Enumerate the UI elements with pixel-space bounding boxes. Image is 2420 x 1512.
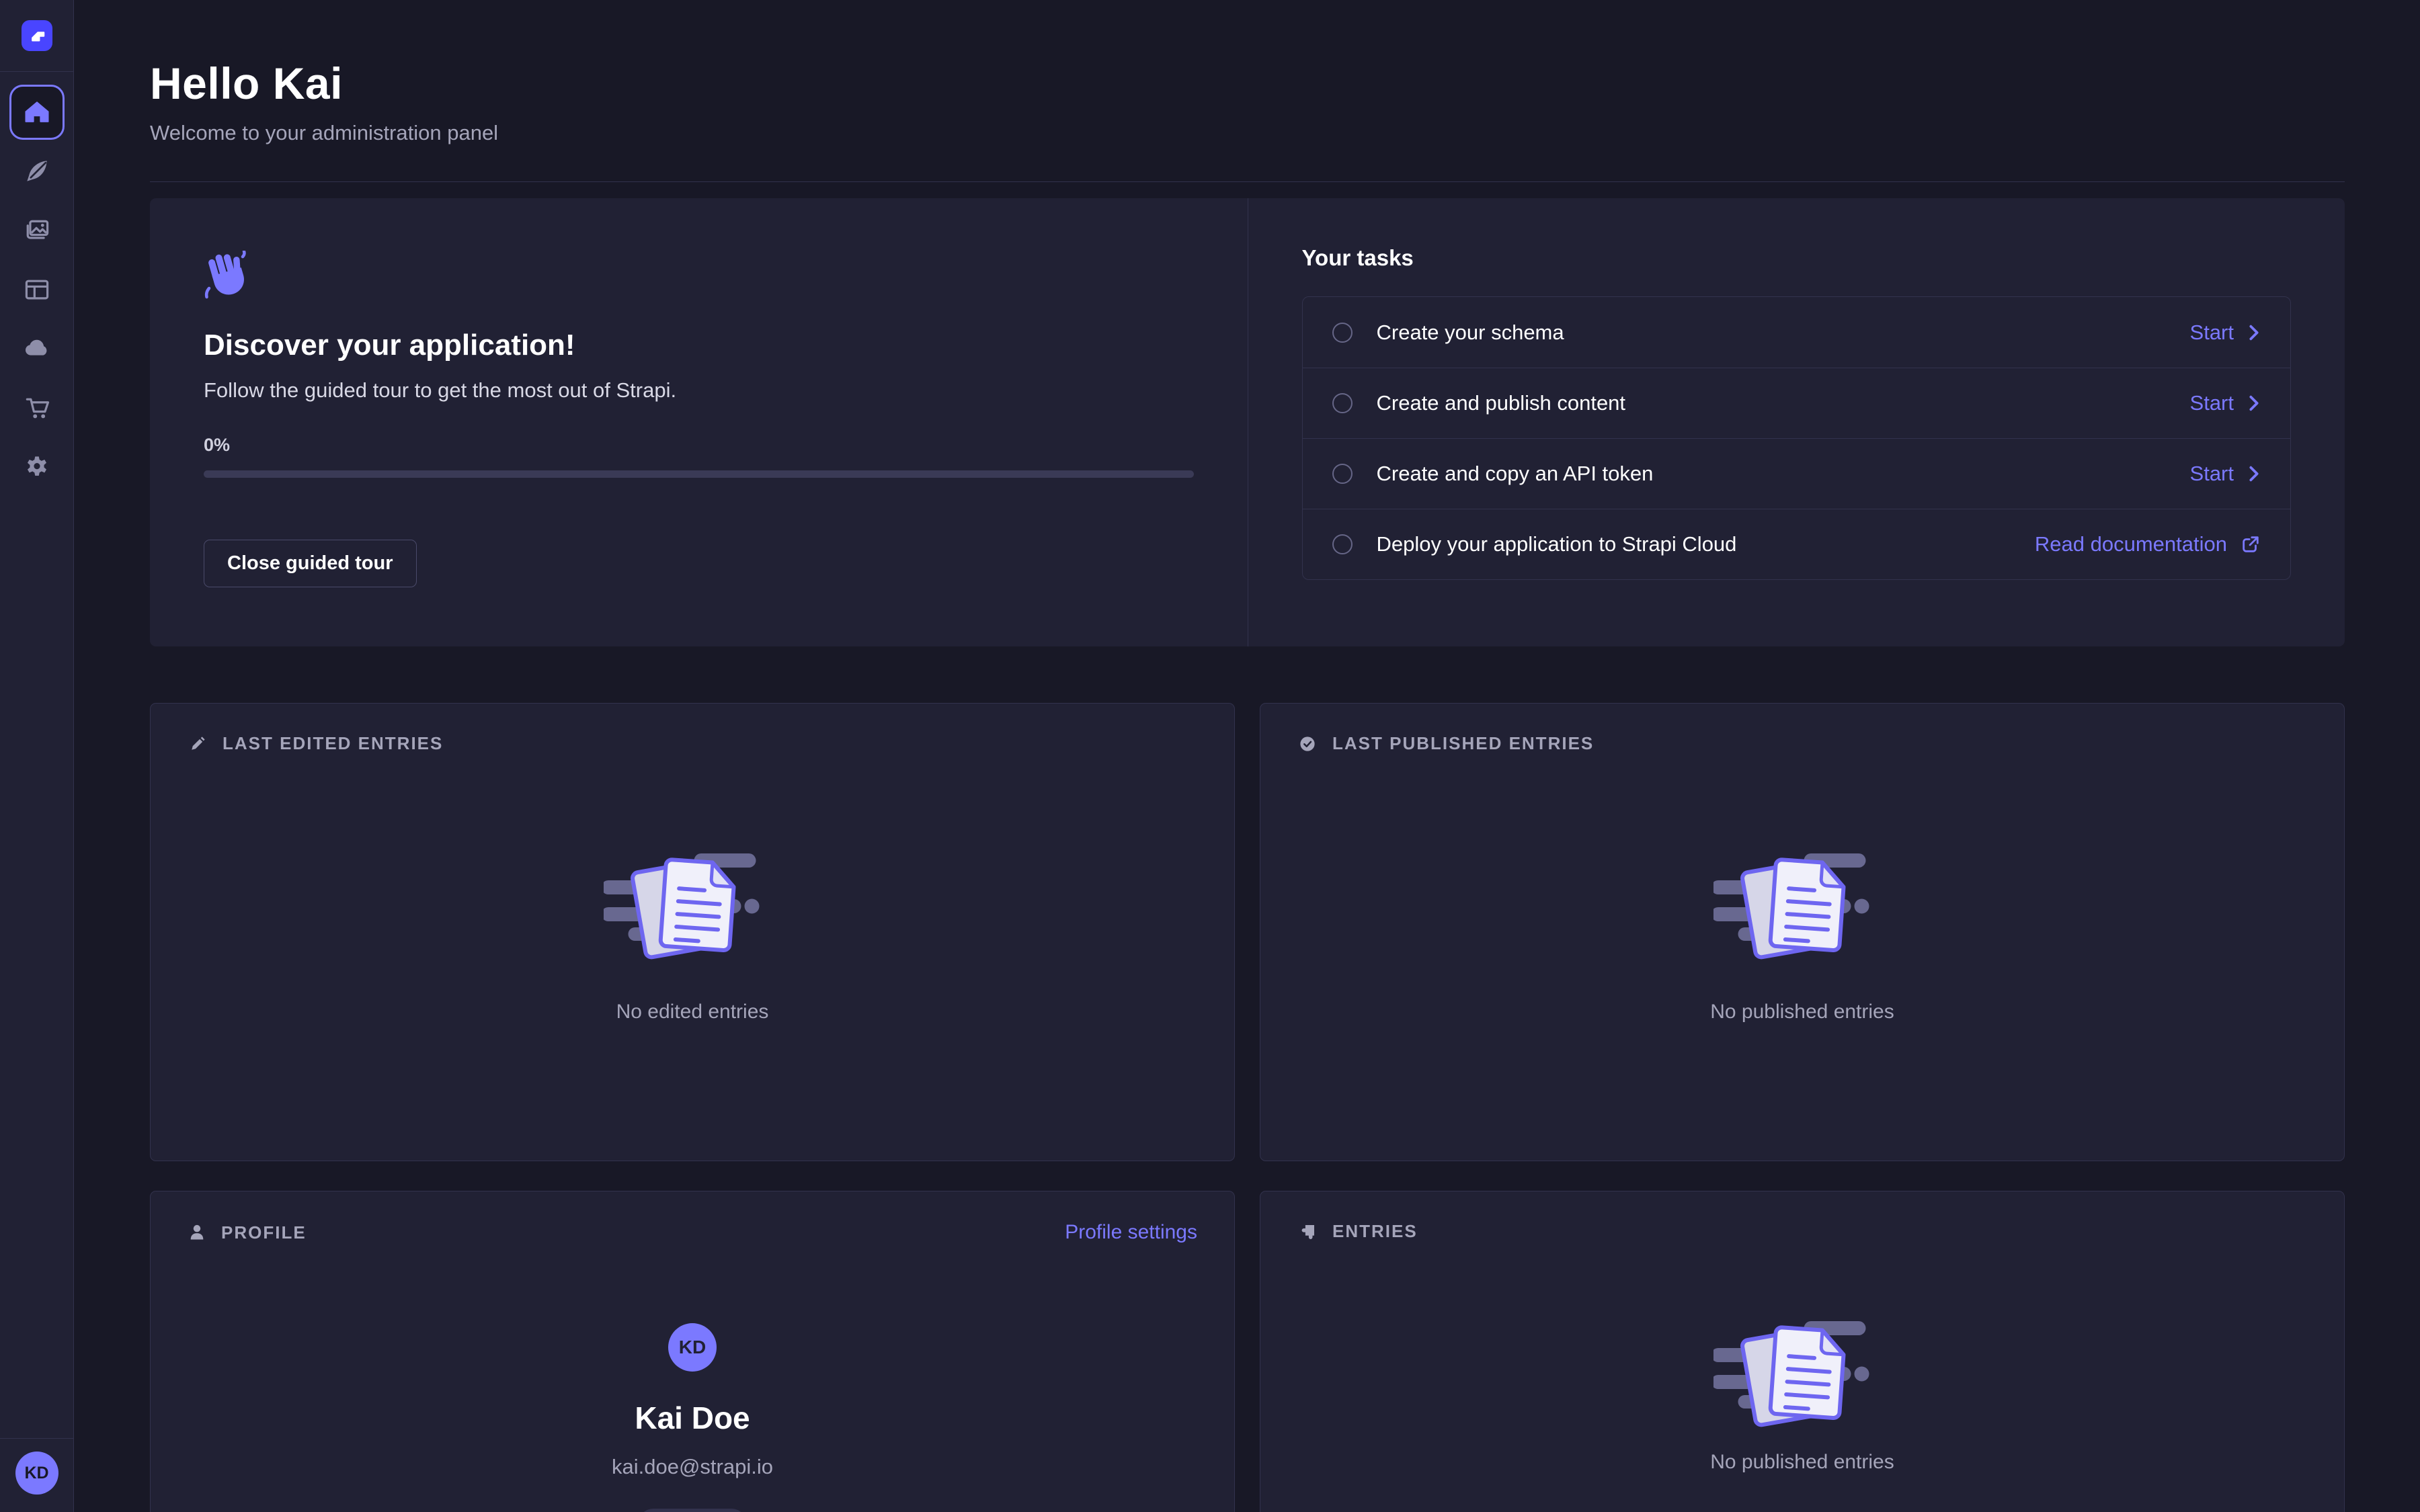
sidebar-nav bbox=[9, 72, 65, 495]
empty-state: No published entries bbox=[1260, 754, 2344, 1023]
tasks-heading: Your tasks bbox=[1302, 245, 2292, 271]
empty-state: No published entries bbox=[1260, 1242, 2344, 1474]
documents-illustration-icon bbox=[604, 841, 782, 966]
task-label: Deploy your application to Strapi Cloud bbox=[1377, 532, 1737, 556]
sidebar-item-cloud[interactable] bbox=[9, 321, 65, 376]
page-header: Hello Kai Welcome to your administration… bbox=[150, 0, 2345, 145]
task-row-create-schema: Create your schema Start bbox=[1303, 297, 2291, 368]
page-subtitle: Welcome to your administration panel bbox=[150, 121, 2345, 145]
guided-tour-intro: Discover your application! Follow the gu… bbox=[150, 198, 1248, 646]
profile-entries-row: PROFILE Profile settings KD Kai Doe kai.… bbox=[150, 1191, 2345, 1512]
task-status-circle bbox=[1332, 464, 1353, 484]
task-status-circle bbox=[1332, 534, 1353, 554]
tour-progress-bar bbox=[204, 470, 1194, 478]
sidebar-item-settings[interactable] bbox=[9, 439, 65, 495]
chevron-right-icon bbox=[2247, 464, 2261, 483]
chevron-right-icon bbox=[2247, 323, 2261, 342]
last-edited-entries-card: LAST EDITED ENTRIES No edited entries bbox=[150, 703, 1235, 1161]
documents-illustration-icon bbox=[1713, 841, 1892, 966]
task-start-link[interactable]: Start bbox=[2190, 462, 2261, 486]
documents-illustration-icon bbox=[1713, 1309, 1892, 1433]
panel-header: ENTRIES bbox=[1260, 1191, 2344, 1242]
profile-email: kai.doe@strapi.io bbox=[612, 1455, 773, 1479]
chevron-right-icon bbox=[2247, 394, 2261, 413]
profile-avatar: KD bbox=[668, 1323, 717, 1372]
profile-name: Kai Doe bbox=[635, 1400, 750, 1436]
panel-header: LAST PUBLISHED ENTRIES bbox=[1260, 704, 2344, 754]
task-start-link[interactable]: Start bbox=[2190, 391, 2261, 415]
strapi-admin-dashboard: KD Hello Kai Welcome to your administrat… bbox=[0, 0, 2420, 1512]
sidebar-item-marketplace[interactable] bbox=[9, 380, 65, 435]
empty-state-text: No published entries bbox=[1710, 1001, 1894, 1023]
entries-card: ENTRIES No published entries bbox=[1260, 1191, 2345, 1512]
task-status-circle bbox=[1332, 393, 1353, 413]
tour-progress-label: 0% bbox=[204, 435, 1194, 456]
guided-tour-card: Discover your application! Follow the gu… bbox=[150, 198, 2345, 646]
profile-settings-link[interactable]: Profile settings bbox=[1065, 1221, 1197, 1244]
empty-state: No edited entries bbox=[151, 754, 1234, 1023]
panel-title: LAST PUBLISHED ENTRIES bbox=[1332, 733, 1594, 754]
task-row-publish-content: Create and publish content Start bbox=[1303, 368, 2291, 438]
strapi-logo-icon bbox=[22, 20, 52, 51]
external-link-icon bbox=[2241, 534, 2261, 554]
your-tasks-section: Your tasks Create your schema Start bbox=[1248, 198, 2345, 646]
main-content: Hello Kai Welcome to your administration… bbox=[74, 0, 2420, 1512]
task-row-api-token: Create and copy an API token Start bbox=[1303, 438, 2291, 509]
close-guided-tour-button[interactable]: Close guided tour bbox=[204, 540, 417, 587]
guided-tour-title: Discover your application! bbox=[204, 329, 1194, 362]
panel-title: PROFILE bbox=[221, 1222, 307, 1243]
task-label: Create your schema bbox=[1377, 321, 1564, 345]
user-avatar[interactable]: KD bbox=[15, 1452, 58, 1495]
pencil-icon bbox=[188, 734, 208, 754]
sidebar-item-content-type-builder[interactable] bbox=[9, 262, 65, 317]
puzzle-icon bbox=[1297, 1222, 1318, 1242]
cart-icon bbox=[22, 393, 52, 423]
images-icon bbox=[22, 216, 52, 245]
gear-icon bbox=[22, 452, 52, 482]
sidebar-bottom: KD bbox=[0, 1438, 73, 1512]
sidebar-item-home[interactable] bbox=[9, 85, 65, 140]
header-divider bbox=[150, 181, 2345, 182]
waving-hand-icon bbox=[204, 251, 248, 299]
sidebar: KD bbox=[0, 0, 74, 1512]
task-start-link[interactable]: Start bbox=[2190, 321, 2261, 345]
home-icon bbox=[23, 98, 51, 126]
last-published-entries-card: LAST PUBLISHED ENTRIES No published entr… bbox=[1260, 703, 2345, 1161]
guided-tour-description: Follow the guided tour to get the most o… bbox=[204, 378, 1194, 403]
page-title: Hello Kai bbox=[150, 58, 2345, 109]
sidebar-divider-bottom bbox=[0, 1438, 73, 1439]
profile-body: KD Kai Doe kai.doe@strapi.io bbox=[151, 1244, 1234, 1512]
layout-icon bbox=[22, 275, 52, 304]
empty-state-text: No edited entries bbox=[616, 1001, 769, 1023]
feather-icon bbox=[22, 157, 52, 186]
check-circle-icon bbox=[1297, 734, 1318, 754]
cloud-icon bbox=[22, 333, 52, 364]
task-label: Create and copy an API token bbox=[1377, 462, 1654, 486]
panel-header: LAST EDITED ENTRIES bbox=[151, 704, 1234, 754]
panel-title: LAST EDITED ENTRIES bbox=[223, 733, 443, 754]
panel-title: ENTRIES bbox=[1332, 1221, 1418, 1242]
task-list: Create your schema Start Create and publ… bbox=[1302, 296, 2292, 580]
read-documentation-link[interactable]: Read documentation bbox=[2035, 532, 2261, 556]
sidebar-item-content-manager[interactable] bbox=[9, 144, 65, 199]
profile-card: PROFILE Profile settings KD Kai Doe kai.… bbox=[150, 1191, 1235, 1512]
task-label: Create and publish content bbox=[1377, 391, 1626, 415]
user-icon bbox=[188, 1222, 206, 1243]
entries-cards-row: LAST EDITED ENTRIES No edited entries LA… bbox=[150, 703, 2345, 1161]
profile-role-badge bbox=[638, 1509, 747, 1512]
workspace-logo[interactable] bbox=[0, 0, 73, 71]
empty-state-text: No published entries bbox=[1710, 1451, 1894, 1474]
panel-header: PROFILE Profile settings bbox=[151, 1191, 1234, 1244]
task-status-circle bbox=[1332, 323, 1353, 343]
sidebar-item-media-library[interactable] bbox=[9, 203, 65, 258]
task-row-deploy-cloud: Deploy your application to Strapi Cloud … bbox=[1303, 509, 2291, 579]
